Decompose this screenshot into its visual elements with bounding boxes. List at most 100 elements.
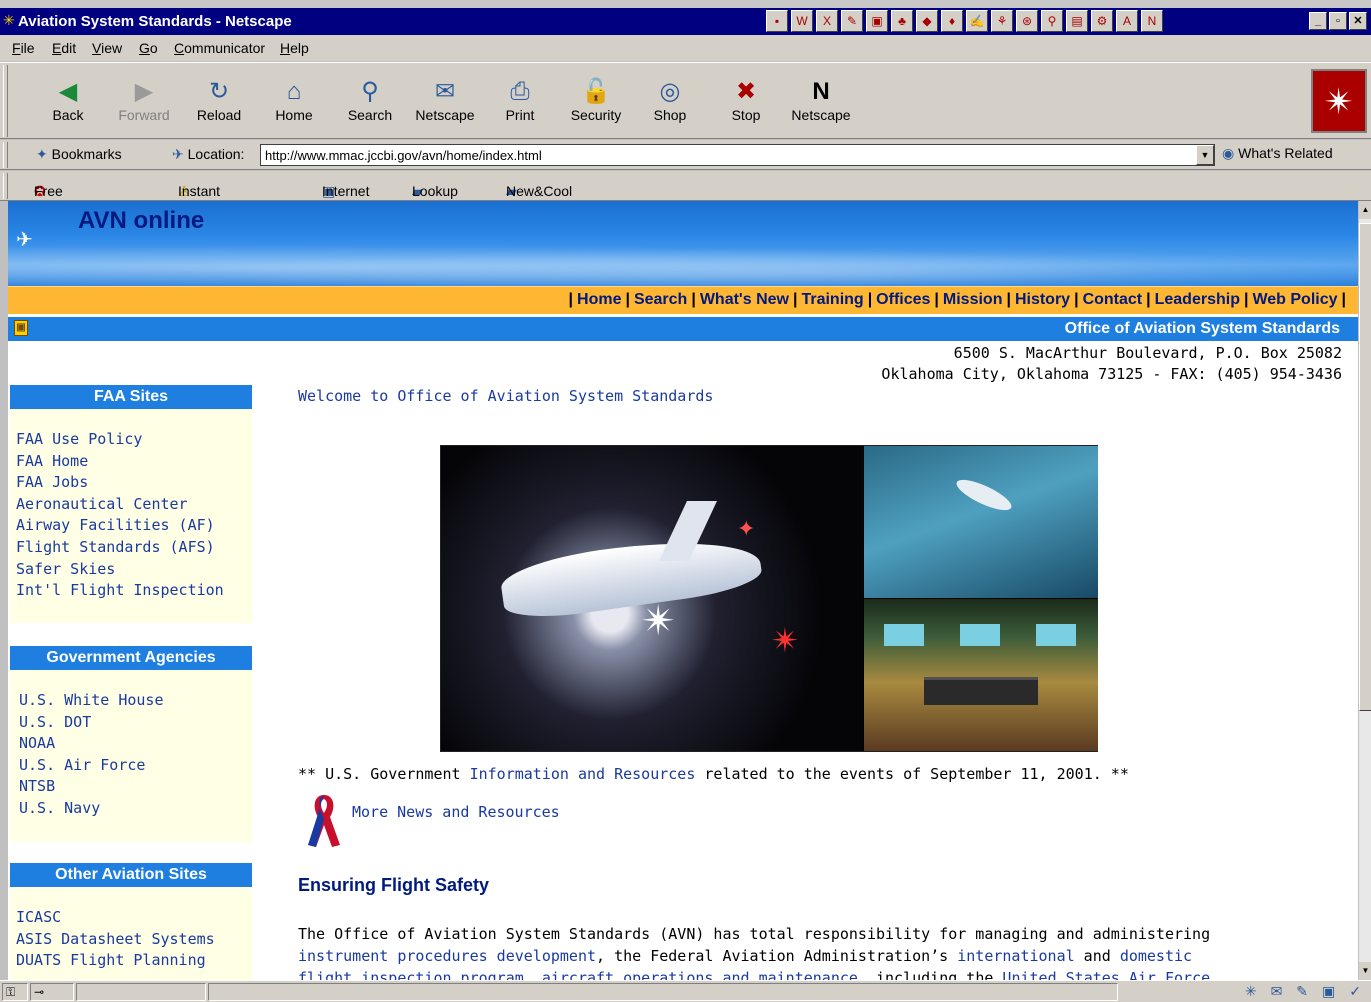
maximize-button[interactable]: ▫ (1329, 12, 1347, 30)
location-toolbar: ✦ Bookmarks ✈ Location: http://www.mmac.… (0, 140, 1371, 170)
sidebar-link[interactable]: FAA Jobs (16, 472, 246, 494)
app-icon[interactable]: ♦ (941, 10, 963, 32)
security-button[interactable]: 🔓 Security (561, 77, 631, 123)
toolbar-grip[interactable] (3, 142, 8, 168)
nav-link-search[interactable]: Search (634, 291, 687, 308)
nav-link-web-policy[interactable]: Web Policy (1252, 291, 1337, 308)
excel-icon[interactable]: X (816, 10, 838, 32)
flight-inspection-link[interactable]: flight inspection program (298, 969, 524, 980)
nav-link-training[interactable]: Training (801, 291, 863, 308)
location-label: ✈ Location: (172, 146, 245, 162)
menu-edit[interactable]: Edit (52, 40, 76, 56)
sidebar-link[interactable]: ASIS Datasheet Systems (16, 929, 246, 951)
nav-link-contact[interactable]: Contact (1083, 291, 1143, 308)
nav-link-home[interactable]: Home (577, 291, 621, 308)
mail-icon[interactable]: ✉ (1271, 983, 1283, 1000)
word-icon[interactable]: W (791, 10, 813, 32)
more-news-link[interactable]: More News and Resources (352, 803, 560, 821)
sidebar-link[interactable]: FAA Home (16, 451, 246, 473)
address-book-icon[interactable]: ▣ (1322, 983, 1335, 1000)
instant-message-icon[interactable]: ✓ (1349, 983, 1361, 1000)
menu-view[interactable]: View (92, 40, 122, 56)
scroll-thumb[interactable] (1359, 223, 1371, 711)
personal-toolbar: ✪ Free AOL & Unl ♙ Instant Message ▣ Int… (0, 171, 1371, 247)
nav-link-what-s-new[interactable]: What's New (700, 291, 789, 308)
app-icon[interactable]: ▪ (766, 10, 788, 32)
site-brand[interactable]: AVN online (78, 207, 204, 235)
nav-link-offices[interactable]: Offices (876, 291, 930, 308)
netscape-throbber-icon[interactable]: ✴ (1311, 69, 1367, 133)
sidebar-link[interactable]: U.S. Navy (19, 798, 246, 820)
instrument-procedures-link[interactable]: instrument procedures development (298, 947, 596, 965)
aircraft-operations-link[interactable]: aircraft operations and maintenance (542, 969, 858, 980)
app-icon[interactable]: ⚘ (991, 10, 1013, 32)
reload-button[interactable]: ↻ Reload (184, 77, 254, 123)
sidebar-link[interactable]: U.S. White House (19, 690, 246, 712)
sidebar-other-aviation-sites: Other Aviation Sites ICASC ASIS Datashee… (10, 863, 252, 980)
minimize-button[interactable]: _ (1309, 12, 1327, 30)
scroll-up-button[interactable]: ▲ (1359, 201, 1371, 219)
gift-icon[interactable]: ▣ (14, 320, 28, 336)
whats-related-button[interactable]: ◉ What's Related (1222, 145, 1333, 162)
domestic-link[interactable]: domestic (1120, 947, 1192, 965)
sidebar-link[interactable]: Int'l Flight Inspection (16, 580, 246, 602)
app-icon[interactable]: ✎ (841, 10, 863, 32)
composer-icon[interactable]: ✎ (1296, 983, 1308, 1000)
sidebar-link[interactable]: Flight Standards (AFS) (16, 537, 246, 559)
stop-button[interactable]: ✖ Stop (711, 77, 781, 123)
toolbar-grip[interactable] (3, 65, 8, 137)
sidebar-link[interactable]: FAA Use Policy (16, 429, 246, 451)
sidebar-link[interactable]: Safer Skies (16, 559, 246, 581)
app-icon[interactable]: ⚙ (1091, 10, 1113, 32)
netscape-button[interactable]: N Netscape (786, 77, 856, 123)
menu-file[interactable]: File (12, 40, 35, 56)
forward-button[interactable]: ▶ Forward (109, 77, 179, 123)
window-controls: _ ▫ ✕ (1309, 12, 1367, 30)
print-button[interactable]: ⎙ Print (485, 77, 555, 123)
sidebar-link[interactable]: NOAA (19, 733, 246, 755)
search-icon[interactable]: ⚲ (1041, 10, 1063, 32)
vertical-scrollbar[interactable]: ▲ ▼ (1358, 201, 1371, 980)
menu-communicator[interactable]: Communicator (174, 40, 265, 56)
app-icon[interactable]: ⊛ (1016, 10, 1038, 32)
toolbar-grip[interactable] (3, 173, 8, 199)
app-icon[interactable]: ✍ (966, 10, 988, 32)
url-dropdown-button[interactable]: ▼ (1196, 145, 1214, 165)
sidebar-link[interactable]: U.S. DOT (19, 712, 246, 734)
app-icon[interactable]: ▣ (866, 10, 888, 32)
back-arrow-icon: ◀ (58, 78, 78, 105)
menu-help[interactable]: Help (280, 40, 309, 56)
nav-link-leadership[interactable]: Leadership (1155, 291, 1240, 308)
security-status-icon[interactable]: ⚿ (2, 983, 28, 1001)
sidebar-link[interactable]: U.S. Air Force (19, 755, 246, 777)
sidebar-link[interactable]: Airway Facilities (AF) (16, 515, 246, 537)
nav-link-history[interactable]: History (1015, 291, 1070, 308)
my-netscape-button[interactable]: ✉ Netscape (410, 77, 480, 123)
international-link[interactable]: international (957, 947, 1074, 965)
scroll-down-button[interactable]: ▼ (1359, 962, 1371, 980)
location-url-input[interactable]: http://www.mmac.jccbi.gov/avn/home/index… (260, 144, 1215, 166)
app-icon[interactable]: ◆ (916, 10, 938, 32)
navigator-icon[interactable]: ✳ (1245, 983, 1257, 1000)
sidebar-link[interactable]: DUATS Flight Planning (16, 950, 246, 972)
home-button[interactable]: ⌂ Home (259, 77, 329, 123)
information-resources-link[interactable]: Information and Resources (470, 765, 696, 783)
welcome-text: Welcome to Office of Aviation System Sta… (298, 387, 714, 405)
ribbon-icon[interactable] (304, 791, 344, 849)
search-button[interactable]: ⚲ Search (335, 77, 405, 123)
sidebar-link[interactable]: Aeronautical Center (16, 494, 246, 516)
sidebar-link[interactable]: ICASC (16, 907, 246, 929)
acrobat-icon[interactable]: A (1116, 10, 1138, 32)
bookmarks-button[interactable]: ✦ Bookmarks (36, 146, 122, 163)
shop-button[interactable]: ◎ Shop (635, 77, 705, 123)
netscape-n-icon[interactable]: N (1141, 10, 1163, 32)
close-button[interactable]: ✕ (1349, 12, 1367, 30)
connection-status-icon: ⊸ (30, 983, 74, 1001)
app-icon[interactable]: ▤ (1066, 10, 1088, 32)
nav-link-mission[interactable]: Mission (943, 291, 1003, 308)
menu-go[interactable]: Go (139, 40, 158, 56)
app-icon[interactable]: ♣ (891, 10, 913, 32)
usaf-link[interactable]: United States Air Force (1002, 969, 1210, 980)
back-button[interactable]: ◀ Back (33, 77, 103, 123)
sidebar-link[interactable]: NTSB (19, 776, 246, 798)
